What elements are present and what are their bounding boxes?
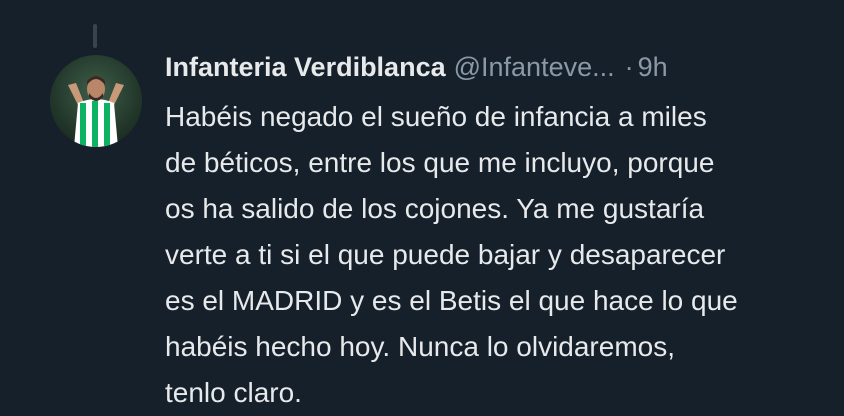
tweet-text-line: habéis hecho hoy. Nunca lo olvidaremos, (165, 331, 676, 362)
thread-connector-line (93, 24, 97, 48)
tweet-text-line: de béticos, entre los que me incluyo, po… (165, 147, 715, 178)
tweet-header: Infanteria Verdiblanca @Infanteve... · 9… (165, 52, 844, 94)
separator-dot: · (624, 52, 634, 82)
tweet-text-line: Habéis negado el sueño de infancia a mil… (165, 101, 707, 132)
tweet-text: Habéis negado el sueño de infancia a mil… (165, 94, 844, 416)
tweet-text-line: verte a ti si el que puede bajar y desap… (165, 239, 726, 270)
player-avatar-icon (50, 55, 142, 147)
display-name[interactable]: Infanteria Verdiblanca (165, 52, 446, 83)
tweet-body: Infanteria Verdiblanca @Infanteve... · 9… (165, 52, 844, 416)
user-handle[interactable]: @Infanteve... (454, 52, 615, 83)
timestamp[interactable]: 9h (638, 52, 668, 83)
tweet-text-line: es el MADRID y es el Betis el que hace l… (165, 285, 738, 316)
tweet-text-line: tenlo claro. (165, 377, 302, 408)
tweet-text-line: os ha salido de los cojones. Ya me gusta… (165, 193, 705, 224)
avatar[interactable] (50, 55, 142, 147)
